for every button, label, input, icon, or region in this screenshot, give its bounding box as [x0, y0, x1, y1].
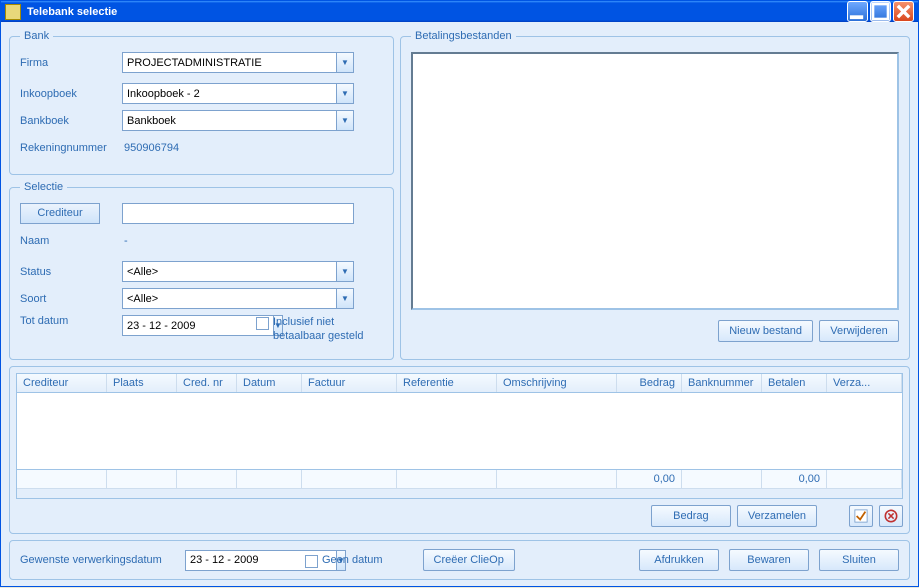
verwerking-label: Gewenste verwerkingsdatum — [20, 554, 175, 566]
sluiten-button[interactable]: Sluiten — [819, 549, 899, 571]
col-verzamelen[interactable]: Verza... — [827, 374, 902, 392]
titlebar: Telebank selectie — [1, 1, 918, 22]
rekening-value: 950906794 — [122, 142, 179, 154]
app-icon — [5, 4, 21, 20]
col-bedrag[interactable]: Bedrag — [617, 374, 682, 392]
totdatum-input[interactable] — [122, 315, 273, 336]
grid-header: Crediteur Plaats Cred. nr Datum Factuur … — [17, 374, 902, 393]
col-banknummer[interactable]: Banknummer — [682, 374, 762, 392]
bewaren-button[interactable]: Bewaren — [729, 549, 809, 571]
grid-body[interactable] — [17, 393, 902, 469]
inkoopboek-dropdown-icon[interactable]: ▼ — [336, 83, 354, 104]
status-dropdown-icon[interactable]: ▼ — [336, 261, 354, 282]
geen-datum-label: Geen datum — [322, 553, 383, 567]
bank-group: Bank Firma ▼ Inkoopboek — [9, 30, 394, 175]
col-plaats[interactable]: Plaats — [107, 374, 177, 392]
verwijderen-button[interactable]: Verwijderen — [819, 320, 899, 342]
client-area: Bank Firma ▼ Inkoopboek — [1, 22, 918, 588]
inclusief-label: Inclusief niet betaalbaar gesteld — [273, 315, 383, 343]
totdatum-label: Tot datum — [20, 315, 122, 327]
window: Telebank selectie Bank Firma — [0, 0, 919, 587]
minimize-button[interactable] — [847, 1, 868, 22]
col-crednr[interactable]: Cred. nr — [177, 374, 237, 392]
firma-label: Firma — [20, 57, 122, 69]
verzamelen-button[interactable]: Verzamelen — [737, 505, 817, 527]
bedrag-button[interactable]: Bedrag — [651, 505, 731, 527]
firma-input[interactable] — [122, 52, 336, 73]
bankboek-label: Bankboek — [20, 115, 122, 127]
status-label: Status — [20, 266, 122, 278]
check-all-button[interactable] — [849, 505, 873, 527]
geen-datum-checkbox[interactable] — [305, 555, 318, 568]
files-legend: Betalingsbestanden — [411, 30, 516, 42]
selectie-group: Selectie Crediteur Naam - Status — [9, 181, 394, 360]
clear-button[interactable] — [879, 505, 903, 527]
inkoopboek-label: Inkoopboek — [20, 88, 122, 100]
firma-dropdown-icon[interactable]: ▼ — [336, 52, 354, 73]
bankboek-dropdown-icon[interactable]: ▼ — [336, 110, 354, 131]
footer-betalen: 0,00 — [762, 470, 827, 488]
soort-input[interactable] — [122, 288, 336, 309]
col-betalen[interactable]: Betalen — [762, 374, 827, 392]
selectie-legend: Selectie — [20, 181, 67, 193]
col-crediteur[interactable]: Crediteur — [17, 374, 107, 392]
close-button[interactable] — [893, 1, 914, 22]
grid-scrollbar[interactable] — [17, 488, 902, 498]
files-listbox[interactable] — [411, 52, 899, 310]
bottom-bar: Gewenste verwerkingsdatum ▼ Geen datum C… — [9, 540, 910, 580]
afdrukken-button[interactable]: Afdrukken — [639, 549, 719, 571]
clieop-button[interactable]: Creëer ClieOp — [423, 549, 515, 571]
grid-panel: Crediteur Plaats Cred. nr Datum Factuur … — [9, 366, 910, 534]
grid: Crediteur Plaats Cred. nr Datum Factuur … — [16, 373, 903, 499]
nieuw-bestand-button[interactable]: Nieuw bestand — [718, 320, 813, 342]
bankboek-input[interactable] — [122, 110, 336, 131]
soort-label: Soort — [20, 293, 122, 305]
window-title: Telebank selectie — [27, 6, 847, 18]
inclusief-checkbox[interactable] — [256, 317, 269, 330]
col-datum[interactable]: Datum — [237, 374, 302, 392]
grid-footer: 0,00 0,00 — [17, 469, 902, 488]
col-omschrijving[interactable]: Omschrijving — [497, 374, 617, 392]
crediteur-input[interactable] — [122, 203, 354, 224]
soort-dropdown-icon[interactable]: ▼ — [336, 288, 354, 309]
maximize-button[interactable] — [870, 1, 891, 22]
bank-legend: Bank — [20, 30, 53, 42]
files-group: Betalingsbestanden Nieuw bestand Verwijd… — [400, 30, 910, 360]
footer-bedrag: 0,00 — [617, 470, 682, 488]
naam-label: Naam — [20, 235, 122, 247]
col-factuur[interactable]: Factuur — [302, 374, 397, 392]
col-referentie[interactable]: Referentie — [397, 374, 497, 392]
inkoopboek-input[interactable] — [122, 83, 336, 104]
rekening-label: Rekeningnummer — [20, 142, 122, 154]
status-input[interactable] — [122, 261, 336, 282]
naam-value: - — [122, 235, 128, 247]
crediteur-button[interactable]: Crediteur — [20, 203, 100, 224]
